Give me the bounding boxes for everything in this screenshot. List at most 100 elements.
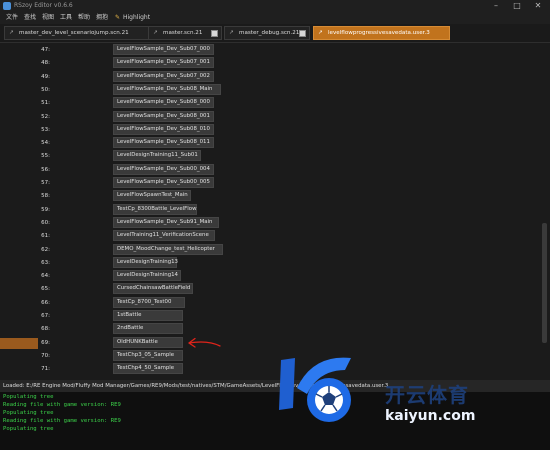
tree-view[interactable]: 47: LevelFlowSample_Dev_Sub07_000 48: Level… (0, 43, 540, 380)
row-index: 68: (41, 326, 50, 333)
watermark-text: 开云体育 (385, 383, 469, 407)
row-index: 70: (41, 352, 50, 359)
tree-node-button[interactable]: TestCp_8700_Test00 (113, 296, 185, 308)
pin-icon: ↗ (153, 30, 158, 36)
tree-row[interactable]: 63: LevelDesignTraining13 (0, 256, 540, 270)
tree-node-button[interactable]: LevelFlowSample_Dev_Sub08_001 (113, 110, 214, 122)
tree-node-button[interactable]: TestChp4_50_Sample (113, 363, 183, 375)
tree-row[interactable]: 54: LevelFlowSample_Dev_Sub08_011 (0, 137, 540, 150)
tree-node-button[interactable]: LevelFlowSample_Dev_Sub08_Main (113, 83, 221, 95)
row-index: 52: (41, 113, 50, 120)
highlight-icon: ✎ (115, 14, 121, 21)
log-line: Populating tree (3, 394, 54, 400)
tree-node-button[interactable]: OldHUNKBattle (113, 336, 183, 348)
pin-icon: ↗ (229, 30, 234, 36)
tree-node-button[interactable]: LevelFlowSample_Dev_Sub08_000 (113, 97, 214, 109)
tree-row[interactable]: 57: LevelFlowSample_Dev_Sub00_005 (0, 177, 540, 190)
close-tab-icon[interactable] (299, 30, 306, 37)
tree-row[interactable]: 65: CursedChainsawBattleField (0, 283, 540, 296)
tree-row[interactable]: 47: LevelFlowSample_Dev_Sub07_000 (0, 44, 540, 57)
menu-help[interactable]: 帮助 (78, 12, 90, 24)
menu-file[interactable]: 文件 (6, 12, 18, 24)
tree-row[interactable]: 70: TestChp3_05_Sample (0, 349, 540, 363)
pin-icon: ↗ (318, 30, 323, 36)
tree-node-button[interactable]: LevelFlowSample_Dev_Sub07_000 (113, 44, 214, 55)
tree-row[interactable]: 69: OldHUNKBattle (0, 336, 540, 350)
row-index: 57: (41, 180, 50, 186)
tree-node-button[interactable]: LevelFlowSample_Dev_Sub00_004 (113, 163, 214, 175)
tree-node-button[interactable]: LevelDesignTraining11_Sub01 (113, 150, 201, 162)
tree-row[interactable]: 58: LevelFlowSpawnTest_Main (0, 190, 540, 203)
row-index: 64: (41, 273, 50, 280)
tree-row[interactable]: 56: LevelFlowSample_Dev_Sub00_004 (0, 163, 540, 177)
scrollbar-thumb[interactable] (542, 223, 547, 343)
title-bar: RSzoy Editor v0.6.6 – □ ✕ (0, 0, 550, 12)
tree-node-button[interactable]: LevelFlowSample_Dev_Sub08_010 (113, 123, 214, 135)
tree-node-button[interactable]: LevelDesignTraining14 (113, 270, 181, 282)
tree-node-button[interactable]: LevelDesignTraining13 (113, 256, 178, 268)
row-index: 48: (41, 60, 50, 67)
tree-node-button[interactable]: LevelFlowSample_Dev_Sub07_001 (113, 57, 214, 69)
tree-node-button[interactable]: DEMO_MoodChange_test_Helicopter (113, 243, 223, 255)
tree-row[interactable]: 50: LevelFlowSample_Dev_Sub08_Main (0, 83, 540, 97)
tab-label: master_debug.scn.21 (239, 30, 300, 36)
tree-node-button[interactable]: LevelFlowSample_Dev_Sub08_011 (113, 137, 214, 149)
tree-node-button[interactable]: LevelFlowSample_Dev_Sub00_005 (113, 177, 214, 188)
tree-row[interactable]: 49: LevelFlowSample_Dev_Sub07_002 (0, 70, 540, 84)
tree-row[interactable]: 59: TestCp_8300Battle_LevelFlow (0, 203, 540, 217)
row-index: 66: (41, 299, 50, 306)
tree-row[interactable]: 64: LevelDesignTraining14 (0, 270, 540, 283)
watermark-logo (279, 357, 351, 422)
vertical-scrollbar[interactable] (540, 43, 550, 380)
tab-label: master.scn.21 (163, 30, 203, 36)
row-index: 51: (41, 100, 50, 107)
maximize-button[interactable]: □ (507, 0, 527, 12)
menu-hug[interactable]: 拥抱 (96, 12, 108, 24)
tree-row[interactable]: 48: LevelFlowSample_Dev_Sub07_001 (0, 57, 540, 70)
close-tab-icon[interactable] (211, 30, 218, 37)
tree-row[interactable]: 66: TestCp_8700_Test00 (0, 296, 540, 310)
tree-row[interactable]: 68: 2ndBattle (0, 323, 540, 336)
tab-levelflowprogressivesavedata[interactable]: ↗ levelflowprogressivesavedata.user.3 (313, 26, 450, 40)
row-index: 61: (41, 233, 50, 240)
tree-row[interactable]: 61: LevelTraining11_VerificationScene (0, 230, 540, 243)
row-index: 67: (41, 313, 50, 319)
tree-row[interactable]: 67: 1stBattle (0, 310, 540, 323)
window-title: RSzoy Editor v0.6.6 (14, 2, 73, 9)
row-index: 69: (41, 339, 50, 346)
tree-row[interactable]: 52: LevelFlowSample_Dev_Sub08_001 (0, 110, 540, 124)
row-highlight-marker (0, 337, 38, 349)
tree-row[interactable]: 62: DEMO_MoodChange_test_Helicopter (0, 243, 540, 257)
menu-find[interactable]: 查找 (24, 12, 36, 24)
app-icon (3, 2, 11, 10)
tab-master-debug[interactable]: ↗ master_debug.scn.21 (224, 26, 310, 40)
tree-node-button[interactable]: LevelFlowSpawnTest_Main (113, 190, 191, 202)
tree-node-button[interactable]: LevelFlowSample_Dev_Sub07_002 (113, 70, 214, 82)
minimize-button[interactable]: – (486, 0, 506, 12)
tree-row[interactable]: 53: LevelFlowSample_Dev_Sub08_010 (0, 123, 540, 137)
close-button[interactable]: ✕ (528, 0, 548, 12)
pin-icon: ↗ (9, 30, 14, 36)
tab-master[interactable]: ↗ master.scn.21 (148, 26, 222, 40)
tree-node-button[interactable]: TestChp3_05_Sample (113, 349, 183, 361)
row-index: 53: (41, 126, 50, 133)
tree-row[interactable]: 55: LevelDesignTraining11_Sub01 (0, 150, 540, 163)
tree-node-button[interactable]: 1stBattle (113, 310, 183, 321)
tree-node-button[interactable]: 2ndBattle (113, 323, 183, 335)
tree-node-button[interactable]: LevelFlowSample_Dev_Sub91_Main (113, 216, 219, 228)
tree-node-button[interactable]: CursedChainsawBattleField (113, 283, 193, 295)
row-index: 47: (41, 47, 50, 53)
row-index: 60: (41, 219, 50, 226)
menu-highlight[interactable]: Highlight (123, 12, 150, 24)
tree-row[interactable]: 60: LevelFlowSample_Dev_Sub91_Main (0, 216, 540, 230)
menu-view[interactable]: 视图 (42, 12, 54, 24)
log-line: Populating tree (3, 426, 54, 432)
log-line: Reading file with game version: RE9 (3, 418, 121, 424)
menu-tools[interactable]: 工具 (60, 12, 72, 24)
row-index: 59: (41, 206, 50, 213)
row-index: 71: (41, 366, 50, 373)
tree-node-button[interactable]: LevelTraining11_VerificationScene (113, 230, 215, 242)
tree-row[interactable]: 71: TestChp4_50_Sample (0, 363, 540, 376)
tree-node-button[interactable]: TestCp_8300Battle_LevelFlow (113, 203, 197, 215)
tree-row[interactable]: 51: LevelFlowSample_Dev_Sub08_000 (0, 97, 540, 110)
